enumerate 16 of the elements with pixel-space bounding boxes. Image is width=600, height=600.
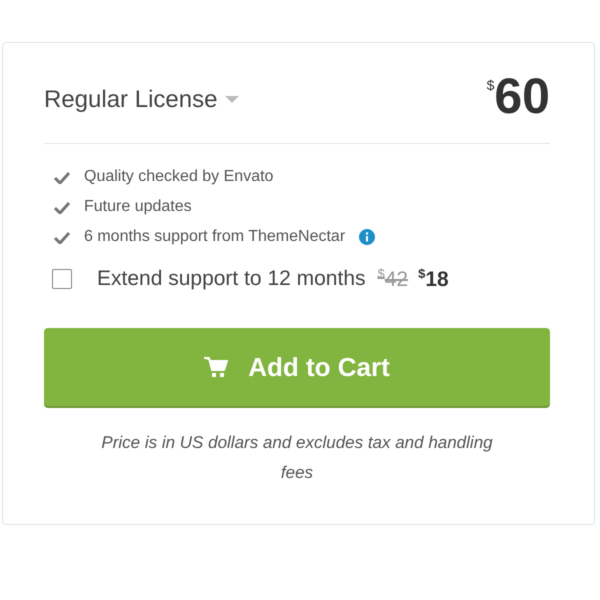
caret-icon[interactable] bbox=[225, 96, 240, 104]
feature-text: 6 months support from ThemeNectar bbox=[84, 228, 346, 246]
price-note: Price is in US dollars and excludes tax and handling fees bbox=[100, 432, 494, 484]
currency-sign: $ bbox=[486, 77, 494, 93]
info-icon[interactable] bbox=[359, 229, 376, 245]
extend-checkbox[interactable] bbox=[52, 269, 72, 289]
check-icon bbox=[54, 200, 70, 214]
check-icon bbox=[54, 230, 70, 244]
check-icon bbox=[54, 170, 70, 184]
extend-price: $^{$}$18 bbox=[418, 266, 449, 292]
price: 60 bbox=[494, 71, 550, 121]
feature-text: Future updates bbox=[84, 198, 192, 216]
feature-text: Quality checked by Envato bbox=[84, 168, 274, 186]
cart-icon bbox=[204, 356, 228, 378]
license-title[interactable]: Regular License bbox=[44, 86, 218, 114]
extend-label: Extend support to 12 months bbox=[97, 267, 366, 291]
